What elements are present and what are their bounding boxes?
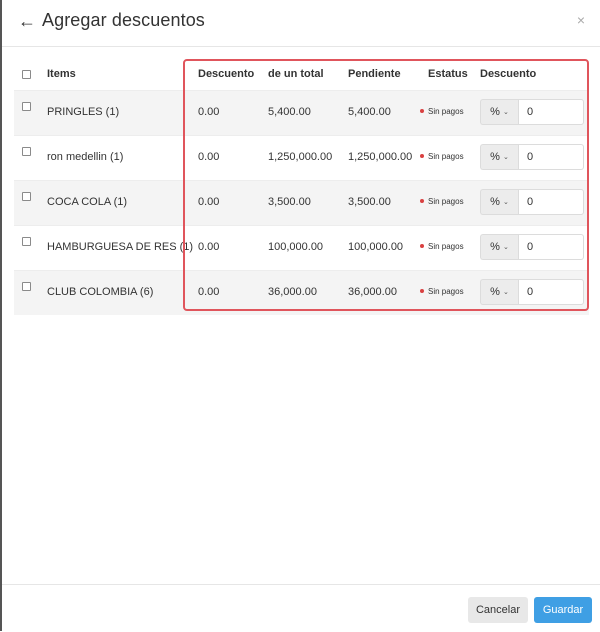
status-dot-icon [420,153,424,158]
status-label: Sin pagos [428,152,464,161]
status-label: Sin pagos [428,107,464,116]
discount-unit-select[interactable]: % ⌄ [480,189,518,215]
discount-unit-select[interactable]: % ⌄ [480,279,518,305]
discount-unit-label: % [490,241,500,253]
pending-amount: 5,400.00 [348,106,391,118]
column-header-descuento: Descuento [198,68,255,80]
column-header-items: Items [47,68,76,80]
pending-amount: 100,000.00 [348,241,404,253]
discount-value-input[interactable] [518,234,584,260]
item-name: PRINGLES (1) [47,106,120,118]
close-icon[interactable]: × [574,12,588,28]
save-button[interactable]: Guardar [534,597,592,623]
add-discounts-modal: ← Agregar descuentos × Items Descuento d… [0,0,600,631]
table-row: HAMBURGUESA DE RES (1) 0.00 100,000.00 100,… [14,225,589,270]
table-header: Items Descuento de un total Pendiente Es… [14,60,589,90]
chevron-down-icon: ⌄ [502,289,509,296]
status-badge: Sin pagos [420,271,464,315]
discounts-table: Items Descuento de un total Pendiente Es… [14,60,589,315]
status-label: Sin pagos [428,197,464,206]
modal-title: Agregar descuentos [42,10,205,30]
table-row: COCA COLA (1) 0.00 3,500.00 3,500.00 Sin pag… [14,180,589,225]
total-amount: 36,000.00 [268,286,317,298]
table-row: PRINGLES (1) 0.00 5,400.00 5,400.00 Sin pago… [14,90,589,135]
row-checkbox[interactable] [22,102,31,111]
status-dot-icon [420,288,424,293]
discount-value-input[interactable] [518,99,584,125]
status-badge: Sin pagos [420,91,464,135]
discount-amount: 0.00 [198,196,220,208]
discount-input-group: % ⌄ [480,234,584,260]
discount-unit-label: % [490,196,500,208]
total-amount: 5,400.00 [268,106,311,118]
status-badge: Sin pagos [420,136,464,180]
pending-amount: 1,250,000.00 [348,151,413,163]
total-amount: 1,250,000.00 [268,151,333,163]
discount-unit-select[interactable]: % ⌄ [480,99,518,125]
discount-unit-label: % [490,106,500,118]
row-checkbox[interactable] [22,147,31,156]
discount-value-input[interactable] [518,279,584,305]
cancel-button[interactable]: Cancelar [468,597,528,623]
status-label: Sin pagos [428,287,464,296]
status-badge: Sin pagos [420,226,464,270]
row-checkbox[interactable] [22,282,31,291]
column-header-estatus: Estatus [428,68,468,80]
table-row: CLUB COLOMBIA (6) 0.00 36,000.00 36,000.00 S… [14,270,589,315]
column-header-total: de un total [268,68,324,80]
total-amount: 100,000.00 [268,241,324,253]
discount-unit-select[interactable]: % ⌄ [480,144,518,170]
discount-unit-label: % [490,286,500,298]
chevron-down-icon: ⌄ [502,154,509,161]
column-header-pendiente: Pendiente [348,68,401,80]
discount-value-input[interactable] [518,144,584,170]
row-checkbox[interactable] [22,237,31,246]
status-badge: Sin pagos [420,181,464,225]
discount-unit-label: % [490,151,500,163]
item-name: ron medellin (1) [47,151,124,163]
modal-footer: Cancelar Guardar [2,584,600,632]
item-name: CLUB COLOMBIA (6) [47,286,154,298]
discount-input-group: % ⌄ [480,279,584,305]
chevron-down-icon: ⌄ [502,109,509,116]
total-amount: 3,500.00 [268,196,311,208]
pending-amount: 3,500.00 [348,196,391,208]
discount-unit-select[interactable]: % ⌄ [480,234,518,260]
discount-amount: 0.00 [198,151,220,163]
status-dot-icon [420,243,424,248]
item-name: COCA COLA (1) [47,196,128,208]
row-checkbox[interactable] [22,192,31,201]
discount-input-group: % ⌄ [480,189,584,215]
pending-amount: 36,000.00 [348,286,397,298]
discount-amount: 0.00 [198,286,220,298]
discount-value-input[interactable] [518,189,584,215]
table-row: ron medellin (1) 0.00 1,250,000.00 1,250,00… [14,135,589,180]
item-name: HAMBURGUESA DE RES (1) [47,241,194,253]
status-dot-icon [420,108,424,113]
column-header-discount-input: Descuento [480,68,537,80]
chevron-down-icon: ⌄ [502,199,509,206]
status-label: Sin pagos [428,242,464,251]
discount-amount: 0.00 [198,241,220,253]
discount-input-group: % ⌄ [480,99,584,125]
back-arrow-icon[interactable]: ← [18,11,36,31]
status-dot-icon [420,198,424,203]
select-all-checkbox[interactable] [22,70,31,79]
discount-amount: 0.00 [198,106,220,118]
discount-input-group: % ⌄ [480,144,584,170]
chevron-down-icon: ⌄ [502,244,509,251]
modal-header: ← Agregar descuentos × [2,0,600,47]
